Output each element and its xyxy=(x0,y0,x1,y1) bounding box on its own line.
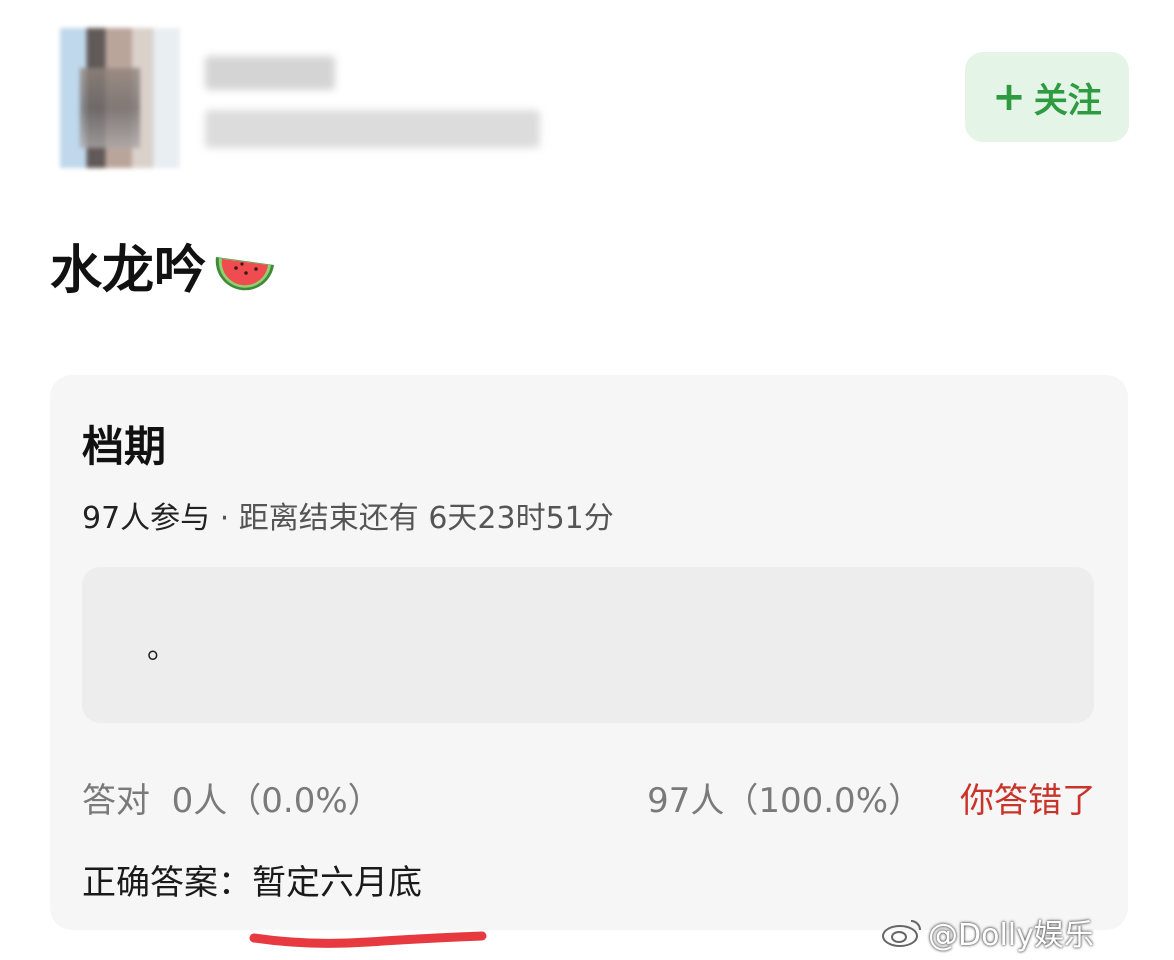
stat-correct-value: 0人（0.0%） xyxy=(171,781,382,821)
correct-answer-label: 正确答案： xyxy=(82,863,252,903)
wrong-answer-label: 你答错了 xyxy=(960,781,1096,821)
follow-button[interactable]: + 关注 xyxy=(965,52,1129,142)
post-title: 水龙吟 xyxy=(50,230,278,301)
weibo-icon xyxy=(882,920,921,947)
correct-answer-value: 暂定六月底 xyxy=(252,863,422,903)
watermelon-icon xyxy=(215,257,275,291)
plus-icon: + xyxy=(992,74,1026,120)
post-title-text: 水龙吟 xyxy=(50,240,207,301)
correct-answer: 正确答案：暂定六月底 xyxy=(82,855,422,904)
watermark: @Dolly娱乐 xyxy=(880,912,1094,953)
follow-label: 关注 xyxy=(1033,80,1102,121)
author-meta-blurred xyxy=(205,110,540,148)
quiz-card: 档期 97人参与 · 距离结束还有 6天23时51分 。 答对 0人（0.0%）… xyxy=(50,375,1128,930)
answer-option-text: 。 xyxy=(147,631,177,666)
time-remaining: 距离结束还有 6天23时51分 xyxy=(238,501,614,536)
answer-option[interactable]: 。 xyxy=(82,567,1094,723)
avatar[interactable] xyxy=(60,28,180,168)
separator-dot: · xyxy=(210,501,239,536)
watermark-text: @Dolly娱乐 xyxy=(928,918,1094,953)
stat-correct: 答对 0人（0.0%） xyxy=(82,773,382,822)
author-name-blurred[interactable] xyxy=(205,56,335,90)
stat-correct-label: 答对 xyxy=(82,781,150,821)
participants-count: 97人参与 xyxy=(82,501,211,536)
stat-wrong: 97人（100.0%） 你答错了 xyxy=(647,773,1096,822)
stat-other-value: 97人（100.0%） xyxy=(647,781,922,821)
card-subtitle: 97人参与 · 距离结束还有 6天23时51分 xyxy=(82,493,614,537)
red-underline-mark xyxy=(249,931,487,948)
card-title: 档期 xyxy=(82,422,167,471)
